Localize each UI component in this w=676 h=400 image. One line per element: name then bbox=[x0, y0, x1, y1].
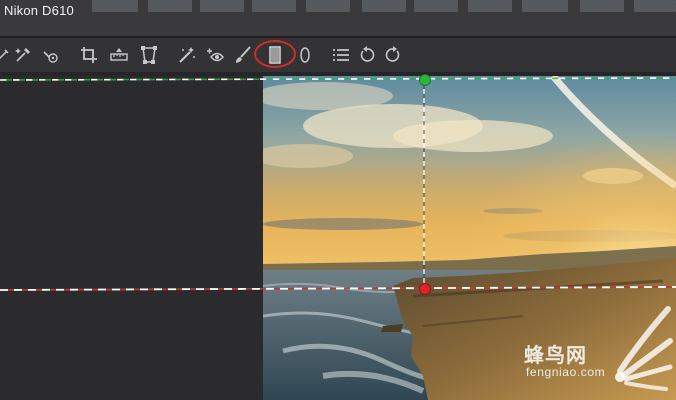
filmstrip-thumb[interactable] bbox=[634, 0, 676, 12]
filmstrip-thumb[interactable] bbox=[306, 0, 350, 12]
gradient-bottom-handle[interactable] bbox=[419, 283, 431, 295]
gradient-top-handle[interactable] bbox=[419, 74, 431, 86]
filmstrip-thumb[interactable] bbox=[414, 0, 458, 12]
filmstrip-thumb[interactable] bbox=[362, 0, 406, 12]
rotate-left-icon[interactable] bbox=[356, 44, 378, 66]
bird-logo-icon bbox=[615, 306, 673, 391]
spot-picker-icon[interactable] bbox=[40, 44, 62, 66]
tool-bar bbox=[0, 38, 676, 72]
highlight-circle bbox=[254, 40, 296, 68]
filmstrip-thumb[interactable] bbox=[92, 0, 138, 12]
auto-retouch-icon[interactable] bbox=[176, 44, 198, 66]
filmstrip-thumb[interactable] bbox=[200, 0, 244, 12]
list-icon[interactable] bbox=[330, 44, 352, 66]
filmstrip-thumb[interactable] bbox=[468, 0, 512, 12]
straighten-icon[interactable] bbox=[108, 44, 130, 66]
rotate-right-icon[interactable] bbox=[382, 44, 404, 66]
watermark-en: fengniao.com bbox=[526, 365, 606, 379]
crop-icon[interactable] bbox=[78, 44, 100, 66]
red-eye-icon[interactable] bbox=[204, 44, 226, 66]
filmstrip-thumb[interactable] bbox=[252, 0, 296, 12]
watermark-cn: 蜂鸟网 bbox=[524, 343, 587, 367]
filmstrip-thumb[interactable] bbox=[148, 0, 192, 12]
filmstrip-thumb[interactable] bbox=[522, 0, 568, 12]
brush-icon[interactable] bbox=[232, 44, 254, 66]
eyedropper-icon[interactable] bbox=[12, 44, 34, 66]
camera-model-label: Nikon D610 bbox=[4, 3, 74, 18]
watermark: 蜂鸟网 fengniao.com bbox=[524, 306, 674, 399]
radial-mask-icon[interactable] bbox=[294, 44, 316, 66]
filmstrip-thumb[interactable] bbox=[580, 0, 624, 12]
transform-icon[interactable] bbox=[138, 44, 160, 66]
filmstrip-bar: Nikon D610 bbox=[0, 0, 676, 36]
